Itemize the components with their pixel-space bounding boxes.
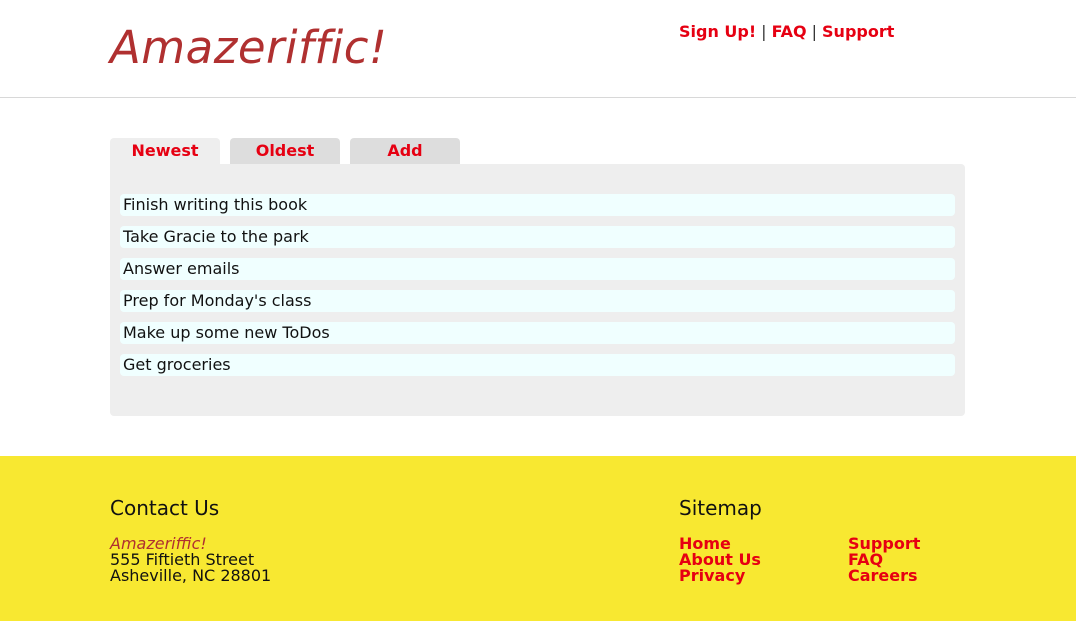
footer: Contact Us Amazeriffic! 555 Fiftieth Str… [0,456,1076,621]
contact-heading: Contact Us [110,496,220,520]
sitemap-column-1: Home About Us Privacy [679,536,761,584]
sitemap-column-2: Support FAQ Careers [848,536,920,584]
page: Amazeriffic! Sign Up! | FAQ | Support Newest… [0,0,1076,621]
contact-address: Amazeriffic! 555 Fiftieth Street Ashevil… [110,536,271,584]
list-item: Prep for Monday's class [120,290,955,312]
list-item: Take Gracie to the park [120,226,955,248]
tab-add[interactable]: Add [350,138,460,164]
list-item: Answer emails [120,258,955,280]
sitemap-item: Privacy [679,568,761,584]
tab-oldest[interactable]: Oldest [230,138,340,164]
todo-list: Finish writing this book Take Gracie to … [120,194,955,386]
faq-link[interactable]: FAQ [772,22,807,41]
address-city: Asheville, NC 28801 [110,566,272,585]
header: Amazeriffic! Sign Up! | FAQ | Support [0,0,1076,98]
signup-link[interactable]: Sign Up! [679,22,756,41]
tab-content-panel: Finish writing this book Take Gracie to … [110,164,965,416]
list-item: Get groceries [120,354,955,376]
support-link[interactable]: Support [822,22,894,41]
sitemap-link-careers[interactable]: Careers [848,566,918,585]
list-item: Make up some new ToDos [120,322,955,344]
sitemap-item: Careers [848,568,920,584]
nav-separator: | [761,22,767,41]
top-nav: Sign Up! | FAQ | Support [679,22,894,42]
sitemap-heading: Sitemap [679,496,762,520]
nav-separator: | [811,22,818,41]
sitemap-link-privacy[interactable]: Privacy [679,566,745,585]
main-content: Newest Oldest Add Finish writing this bo… [0,98,1076,456]
tab-newest[interactable]: Newest [110,138,220,164]
list-item: Finish writing this book [120,194,955,216]
logo[interactable]: Amazeriffic! [110,22,387,74]
